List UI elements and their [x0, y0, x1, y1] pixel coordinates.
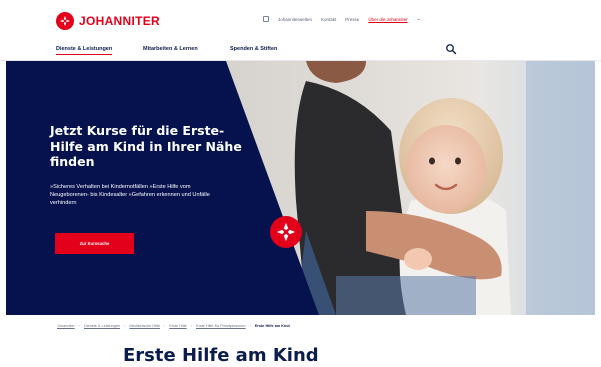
site-header: JOHANNITER Johanniterwelten Kontakt Pres…: [0, 0, 601, 42]
utility-link-johanniterwelten[interactable]: Johanniterwelten: [278, 17, 312, 22]
external-link-icon: [263, 16, 269, 22]
course-search-button[interactable]: Zur Kurssuche: [55, 233, 134, 254]
nav-item-spenden[interactable]: Spenden & Stiften: [230, 46, 277, 52]
breadcrumb-separator-icon: ›: [124, 324, 126, 328]
utility-link-ueber-uns[interactable]: Über die Johanniter: [368, 17, 407, 22]
breadcrumb-separator-icon: ›: [249, 324, 251, 328]
page-title: Erste Hilfe am Kind: [123, 345, 319, 366]
utility-link-kontakt[interactable]: Kontakt: [321, 17, 336, 22]
nav-item-mitarbeiten[interactable]: Mitarbeiten & Lernen: [143, 46, 198, 52]
breadcrumb-separator-icon: ›: [163, 324, 166, 328]
chevron-down-icon[interactable]: ⌄: [417, 16, 421, 22]
utility-nav: Johanniterwelten Kontakt Presse Über die…: [263, 16, 421, 22]
nav-item-dienste[interactable]: Dienste & Leistungen: [56, 46, 113, 55]
main-nav: Dienste & Leistungen Mitarbeiten & Lerne…: [0, 42, 601, 61]
search-icon[interactable]: [445, 43, 457, 55]
hero-title: Jetzt Kurse für die Erste-Hilfe am Kind …: [50, 123, 242, 169]
johanniter-logo[interactable]: JOHANNITER: [56, 12, 160, 30]
breadcrumb: Johanniter › Dienste & Leistungen › Medi…: [57, 324, 290, 328]
utility-link-presse[interactable]: Presse: [345, 17, 359, 22]
breadcrumb-separator-icon: ›: [78, 324, 80, 328]
breadcrumb-current: Erste Hilfe am Kind: [254, 324, 290, 328]
breadcrumb-item-johanniter[interactable]: Johanniter: [57, 324, 75, 328]
hero-bullets: »Sicheres Verhalten bei Kindernotfällen …: [50, 184, 210, 206]
breadcrumb-item-dienste[interactable]: Dienste & Leistungen: [84, 324, 120, 328]
breadcrumb-item-medizinische-hilfe[interactable]: Medizinische Hilfe: [129, 324, 160, 328]
breadcrumb-item-privatpersonen[interactable]: Erste Hilfe für Privatpersonen: [196, 324, 246, 328]
breadcrumb-separator-icon: ›: [190, 324, 193, 328]
johanniter-badge-icon: [270, 216, 302, 248]
breadcrumb-item-erste-hilfe[interactable]: Erste Hilfe: [169, 324, 187, 328]
johanniter-cross-icon: [56, 12, 74, 30]
logo-text: JOHANNITER: [79, 14, 161, 28]
